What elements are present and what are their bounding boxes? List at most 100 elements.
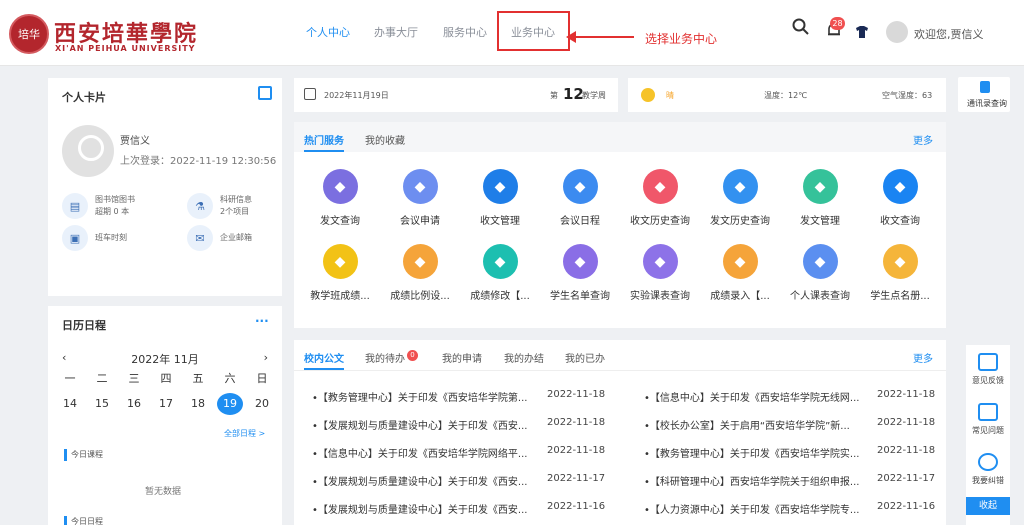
profile-avatar [62, 125, 114, 177]
service-item[interactable]: ◆ 发文历史查询 [700, 169, 780, 227]
library-books-item[interactable]: ▤ 图书馆图书 超期 0 本 [62, 193, 135, 219]
service-item[interactable]: ◆ 会议日程 [540, 169, 620, 227]
date-bar: 2022年11月19日 第 12 教学周 [294, 78, 618, 112]
enterprise-mail-item[interactable]: ✉ 企业邮箱 [187, 225, 252, 251]
search-icon[interactable] [792, 18, 810, 41]
calendar-day[interactable]: 18 [185, 393, 211, 415]
notice-title[interactable]: •【校长办公室】关于启用“西安培华学院”新... [644, 417, 850, 432]
notice-title[interactable]: •【发展规划与质量建设中心】关于印发《西安... [312, 473, 527, 488]
service-label: 发文历史查询 [710, 216, 770, 227]
notice-title[interactable]: •【发展规划与质量建设中心】关于印发《西安... [312, 417, 527, 432]
notice-date: 2022-11-18 [547, 389, 606, 400]
notice-title[interactable]: •【教务管理中心】关于印发《西安培华学院第... [312, 389, 527, 404]
services-card: 热门服务 我的收藏 更多 ◆ 发文查询 ◆ 会议申请 ◆ 收文管理 ◆ 会议日程 ◆ 收文历史查询… [294, 122, 946, 328]
service-label: 会议申请 [400, 216, 440, 227]
feedback-label: 意见反馈 [972, 376, 1004, 385]
feedback-button[interactable]: 意见反馈 [966, 353, 1010, 386]
service-item[interactable]: ◆ 发文查询 [300, 169, 380, 227]
prev-month-icon[interactable]: ‹ [62, 351, 66, 367]
notice-title[interactable]: •【人力资源中心】关于印发《西安培华学院专... [644, 501, 859, 516]
contacts-query-button[interactable]: 通讯录查询 [958, 77, 1010, 112]
nav-personal-center[interactable]: 个人中心 [306, 24, 350, 40]
bus-schedule-item[interactable]: ▣ 班车时刻 [62, 225, 127, 251]
calendar-day[interactable]: 14 [57, 393, 83, 415]
nav-service-hall[interactable]: 办事大厅 [374, 24, 418, 40]
weather-condition: 晴 [666, 91, 674, 100]
collapse-button[interactable]: 收起 [966, 497, 1010, 515]
notice-title[interactable]: •【信息中心】关于印发《西安培华学院无线网... [644, 389, 859, 404]
calendar-day[interactable]: 17 [153, 393, 179, 415]
tab-campus-documents[interactable]: 校内公文 [304, 350, 344, 365]
service-item[interactable]: ◆ 成绩录入【... [700, 244, 780, 302]
rollcall-icon: ◆ [882, 244, 918, 279]
next-month-icon[interactable]: › [264, 351, 268, 367]
calendar-day-today[interactable]: 19 [217, 393, 243, 415]
nav-service-center[interactable]: 服务中心 [443, 24, 487, 40]
calendar-day[interactable]: 16 [121, 393, 147, 415]
notices-more-link[interactable]: 更多 [913, 350, 933, 365]
service-item[interactable]: ◆ 实验课表查询 [620, 244, 700, 302]
mail-icon: ✉ [187, 225, 213, 251]
tab-my-handled[interactable]: 我的已办 [565, 350, 605, 365]
bus-icon: ▣ [62, 225, 88, 251]
calendar-day[interactable]: 15 [89, 393, 115, 415]
book-icon: ▤ [62, 193, 88, 219]
notice-title[interactable]: •【教务管理中心】关于印发《西安培华学院实... [644, 445, 859, 460]
tab-my-todo[interactable]: 我的待办 0 [365, 350, 418, 365]
service-item[interactable]: ◆ 收文历史查询 [620, 169, 700, 227]
notification-badge: 28 [830, 17, 845, 30]
my-todo-label: 我的待办 [365, 354, 405, 365]
notice-title[interactable]: •【信息中心】关于印发《西安培华学院网络平... [312, 445, 527, 460]
notice-date: 2022-11-16 [547, 501, 606, 512]
service-item[interactable]: ◆ 成绩比例设... [380, 244, 460, 302]
annotation-text: 选择业务中心 [645, 32, 718, 46]
user-avatar[interactable] [886, 21, 908, 43]
calendar-day[interactable]: 20 [249, 393, 275, 415]
service-item[interactable]: ◆ 教学班成绩... [300, 244, 380, 302]
notice-date: 2022-11-18 [877, 445, 936, 456]
profile-name: 贾信义 [120, 136, 150, 147]
inbox-icon: ◆ [882, 169, 918, 204]
org-icon: ◆ [482, 169, 518, 204]
notice-title[interactable]: •【科研管理中心】西安培华学院关于组织申报... [644, 473, 859, 488]
report-error-button[interactable]: 我要纠错 [966, 453, 1010, 486]
service-item[interactable]: ◆ 收文查询 [860, 169, 940, 227]
edit-icon[interactable] [258, 86, 272, 100]
service-item[interactable]: ◆ 收文管理 [460, 169, 540, 227]
report-error-label: 我要纠错 [972, 476, 1004, 485]
top-header: 培华 西安培華學院 XI'AN PEIHUA UNIVERSITY 个人中心 办… [0, 0, 1024, 66]
services-more-link[interactable]: 更多 [913, 132, 933, 147]
right-float-bar: 意见反馈 常见问题 我要纠错 收起 [966, 345, 1010, 525]
service-item[interactable]: ◆ 成绩修改【... [460, 244, 540, 302]
notices-card: 校内公文 我的待办 0 我的申请 我的办结 我的已办 更多 •【教务管理中心】关于… [294, 340, 946, 525]
history-icon: ◆ [642, 169, 678, 204]
last-login: 上次登录：2022-11-19 12:30:56 [120, 156, 277, 167]
table-icon: ◆ [802, 244, 838, 279]
contacts-label: 通讯录查询 [967, 99, 1007, 108]
tab-hot-services[interactable]: 热门服务 [304, 132, 344, 147]
notice-date: 2022-11-17 [877, 473, 936, 484]
notice-date: 2022-11-18 [877, 417, 936, 428]
all-schedule-link[interactable]: 全部日程 > [224, 428, 265, 439]
service-item[interactable]: ◆ 学生名单查询 [540, 244, 620, 302]
profile-card: 个人卡片 贾信义 上次登录：2022-11-19 12:30:56 ▤ 图书馆图… [48, 78, 282, 296]
service-item[interactable]: ◆ 学生点名册... [860, 244, 940, 302]
more-icon[interactable]: ··· [255, 314, 269, 328]
research-info-item[interactable]: ⚗ 科研信息 2个项目 [187, 193, 252, 219]
tab-my-applications[interactable]: 我的申请 [442, 350, 482, 365]
service-item[interactable]: ◆ 个人课表查询 [780, 244, 860, 302]
bus-label: 班车时刻 [95, 233, 127, 242]
service-item[interactable]: ◆ 会议申请 [380, 169, 460, 227]
today-course-label: 今日课程 [64, 449, 103, 461]
service-label: 发文查询 [320, 216, 360, 227]
service-label: 收文查询 [880, 216, 920, 227]
shirt-icon[interactable] [855, 23, 869, 44]
notice-title[interactable]: •【发展规划与质量建设中心】关于印发《西安... [312, 501, 527, 516]
service-item[interactable]: ◆ 发文管理 [780, 169, 860, 227]
phonebook-icon [980, 81, 990, 93]
meeting-icon: ◆ [402, 169, 438, 204]
tab-my-favorites[interactable]: 我的收藏 [365, 132, 405, 147]
tab-my-completed[interactable]: 我的办结 [504, 350, 544, 365]
welcome-text[interactable]: 欢迎您,贾信义 [914, 26, 984, 42]
faq-button[interactable]: 常见问题 [966, 403, 1010, 436]
